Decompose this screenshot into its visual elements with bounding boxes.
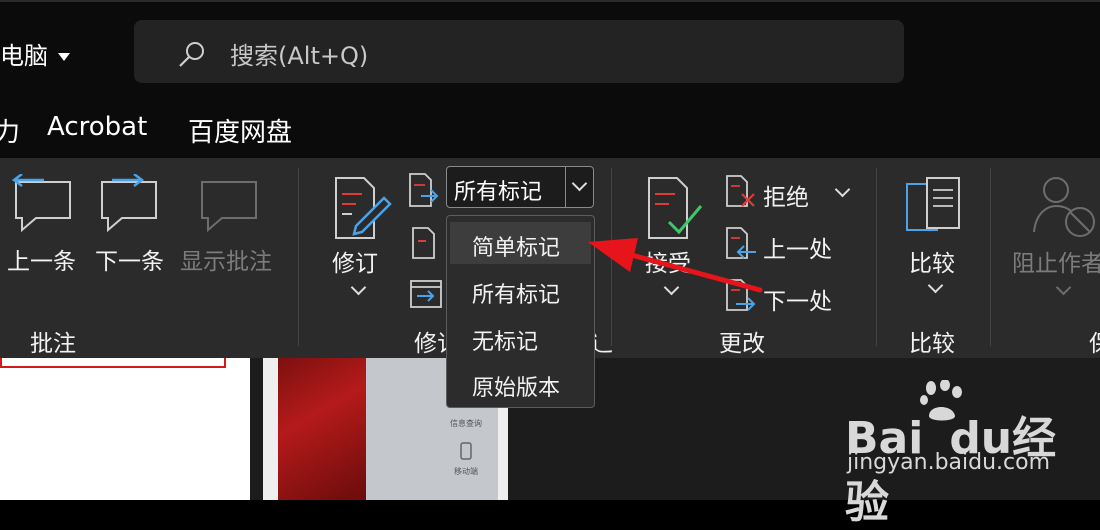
arrow-head xyxy=(588,238,638,272)
annotation-arrow xyxy=(588,238,763,293)
arrow-shaft xyxy=(625,251,763,293)
